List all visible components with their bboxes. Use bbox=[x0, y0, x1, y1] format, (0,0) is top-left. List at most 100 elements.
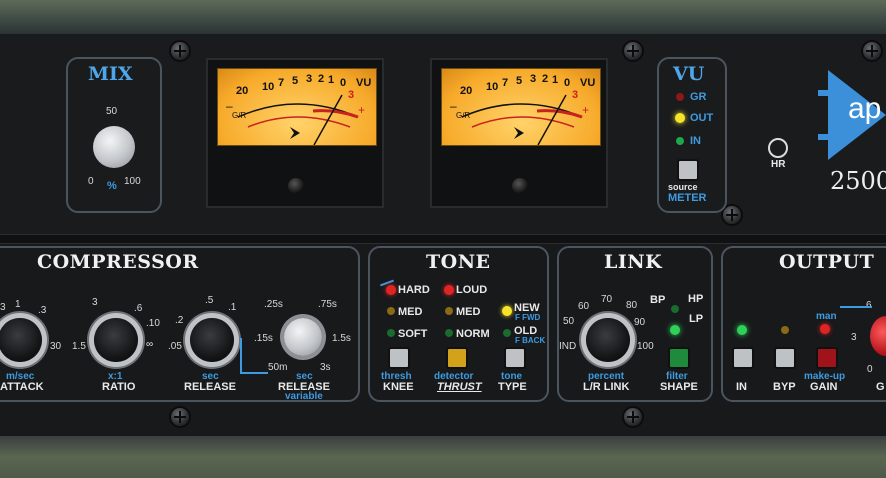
link-tick: 70 bbox=[601, 294, 613, 305]
screw-icon bbox=[863, 42, 881, 60]
link-tick: 100 bbox=[637, 341, 654, 352]
release-label: RELEASE bbox=[184, 381, 236, 393]
screw-icon bbox=[171, 42, 189, 60]
attack-knob[interactable] bbox=[0, 318, 42, 362]
type-button[interactable] bbox=[504, 347, 526, 369]
release-tick: .05 bbox=[168, 341, 182, 352]
attack-label: ATTACK bbox=[0, 381, 44, 393]
vu-label: VU bbox=[356, 77, 372, 89]
in-led bbox=[737, 325, 747, 335]
vu-scale-label: 3 bbox=[348, 89, 355, 101]
gr-label: G/R bbox=[232, 111, 247, 120]
release-variable-knob[interactable] bbox=[284, 318, 322, 356]
vu-scale-label: 7 bbox=[278, 77, 285, 89]
link-label: L/R LINK bbox=[583, 381, 630, 393]
release-var-tick: .25s bbox=[264, 299, 283, 310]
knee-med-label: MED bbox=[398, 306, 423, 318]
vu-label: VU bbox=[580, 77, 596, 89]
release-var-tick: 50m bbox=[268, 362, 288, 373]
vu-meter-right: 20 10 7 5 3 2 1 0 3 VU G/R – + bbox=[430, 58, 608, 208]
type-old-sub: F BACK bbox=[515, 336, 546, 345]
output-tick: 0 bbox=[867, 364, 873, 375]
output-tick: 3 bbox=[851, 332, 857, 343]
knee-button[interactable] bbox=[388, 347, 410, 369]
vu-meter-face: 20 10 7 5 3 2 1 0 3 VU G/R – + bbox=[217, 68, 377, 146]
plus-label: + bbox=[582, 103, 590, 117]
detector-norm-label: NORM bbox=[456, 328, 490, 340]
filter-shape-button[interactable] bbox=[668, 347, 690, 369]
minus-label: – bbox=[450, 99, 457, 113]
panel-divider bbox=[0, 234, 886, 244]
release-var-tick: 3s bbox=[320, 362, 331, 373]
detector-button[interactable] bbox=[446, 347, 468, 369]
vu-scale-label: 3 bbox=[306, 73, 313, 85]
type-label: TYPE bbox=[498, 381, 527, 393]
attack-tick: .3 bbox=[38, 305, 47, 316]
mix-tick-50: 50 bbox=[106, 106, 118, 117]
release-var-tick: .15s bbox=[254, 333, 273, 344]
release-connector bbox=[240, 338, 242, 374]
meter-label: METER bbox=[668, 192, 707, 204]
knee-hard-led bbox=[386, 285, 396, 295]
filter-hp-led bbox=[671, 305, 679, 313]
mix-knob[interactable] bbox=[93, 126, 135, 168]
release-tick: .1 bbox=[228, 302, 237, 313]
release-var-sub: variable bbox=[285, 391, 323, 402]
hr-icon[interactable] bbox=[768, 138, 788, 158]
vu-meter-left: 20 10 7 5 3 2 1 0 3 VU G/R – + bbox=[206, 58, 384, 208]
meter-zero-screw[interactable] bbox=[288, 178, 304, 194]
vu-scale-label: 3 bbox=[530, 73, 537, 85]
vu-title: VU bbox=[673, 63, 705, 85]
gain-led bbox=[820, 324, 830, 334]
gain-connector bbox=[840, 306, 872, 308]
screw-icon bbox=[171, 408, 189, 426]
detector-med-label: MED bbox=[456, 306, 481, 318]
meter-source-button[interactable] bbox=[677, 159, 699, 181]
vu-scale-label: 0 bbox=[340, 77, 347, 89]
mix-unit: % bbox=[107, 180, 117, 192]
vu-scale-label: 1 bbox=[552, 74, 559, 86]
vu-scale-label: 0 bbox=[564, 77, 571, 89]
thrust-label: THRUST bbox=[437, 381, 482, 393]
vu-scale-label: 7 bbox=[502, 77, 509, 89]
gain-label: GAIN bbox=[810, 381, 838, 393]
release-connector bbox=[240, 372, 268, 374]
ratio-tick: .6 bbox=[134, 303, 143, 314]
meter-zero-screw[interactable] bbox=[512, 178, 528, 194]
in-label: IN bbox=[736, 381, 747, 393]
release-tick: .5 bbox=[205, 295, 214, 306]
type-old-led bbox=[503, 329, 511, 337]
release-var-tick: 1.5s bbox=[332, 333, 351, 344]
release-knob[interactable] bbox=[190, 318, 234, 362]
link-knob[interactable] bbox=[586, 318, 630, 362]
detector-med-led bbox=[445, 307, 453, 315]
bypass-button[interactable] bbox=[774, 347, 796, 369]
type-new-sub: F FWD bbox=[515, 313, 541, 322]
gr-label: G/R bbox=[456, 111, 471, 120]
link-tick: 60 bbox=[578, 301, 590, 312]
knee-label: KNEE bbox=[383, 381, 414, 393]
type-new-led bbox=[502, 306, 512, 316]
hr-label: HR bbox=[771, 159, 786, 170]
byp-led bbox=[781, 326, 789, 334]
knee-hard-label: HARD bbox=[398, 284, 430, 296]
makeup-gain-button[interactable] bbox=[816, 347, 838, 369]
out-led bbox=[675, 113, 685, 123]
release-tick: .2 bbox=[175, 315, 184, 326]
vu-scale-label: 5 bbox=[292, 75, 299, 87]
background-bottom bbox=[0, 436, 886, 478]
filter-lp-led bbox=[670, 325, 680, 335]
in-button[interactable] bbox=[732, 347, 754, 369]
gr-led bbox=[676, 93, 684, 101]
tone-title: TONE bbox=[426, 251, 491, 273]
link-tick: 80 bbox=[626, 300, 638, 311]
ratio-tick: 1.5 bbox=[72, 341, 86, 352]
byp-label: BYP bbox=[773, 381, 796, 393]
in-led-label: IN bbox=[690, 135, 701, 147]
filter-bp-label: BP bbox=[650, 294, 666, 306]
brand-logo-text: ap bbox=[848, 92, 882, 125]
ratio-label: RATIO bbox=[102, 381, 136, 393]
vu-scale-label: 3 bbox=[572, 89, 579, 101]
source-label: source bbox=[668, 182, 698, 192]
ratio-knob[interactable] bbox=[94, 318, 138, 362]
